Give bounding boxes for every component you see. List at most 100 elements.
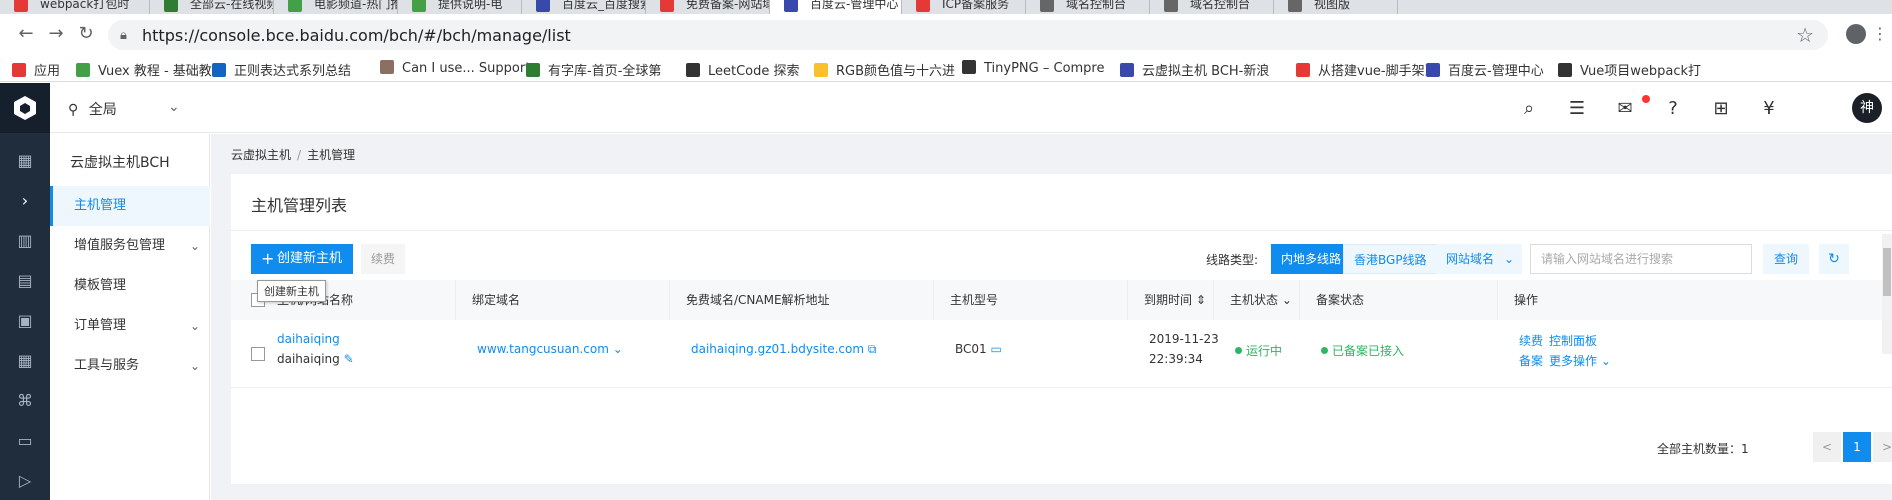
browser-tab[interactable]: 全部云-在线视频	[150, 0, 274, 14]
forward-icon[interactable]: →	[44, 22, 68, 46]
status-badge: 运行中	[1235, 342, 1282, 359]
th-expire[interactable]: 到期时间 ⇕	[1127, 280, 1206, 320]
select-value: 网站域名	[1446, 252, 1495, 266]
page-1-button[interactable]: 1	[1843, 432, 1871, 462]
bound-domain[interactable]: www.tangcusuan.com ⌄	[477, 342, 623, 356]
th-status[interactable]: 主机状态 ⌄	[1213, 280, 1292, 320]
sort-icon[interactable]: ⇕	[1196, 293, 1206, 307]
message-icon[interactable]: ✉	[1614, 98, 1636, 120]
bookmark-item[interactable]: 应用	[12, 60, 60, 79]
network-icon[interactable]: ⌘	[15, 391, 35, 411]
region-label: 全局	[88, 102, 117, 118]
host-list-card: 主机管理列表 + 创建新主机 续费 线路类型: 内地多线路 香港BGP线路 网站…	[231, 174, 1892, 484]
bookmark-item[interactable]: 有字库-首页-全球第	[526, 60, 661, 79]
cname-text: daihaiqing.gz01.bdysite.com	[691, 342, 865, 356]
video-icon[interactable]: ▭	[15, 431, 35, 451]
sidenav-item[interactable]: 模板管理	[50, 266, 210, 306]
copy-icon[interactable]: ⧉	[868, 342, 877, 356]
host-model: BC01 ▭	[955, 342, 1002, 356]
bookmark-item[interactable]: 从搭建vue-脚手架到	[1296, 60, 1438, 79]
browser-tab[interactable]: 百度云_百度搜索	[522, 0, 646, 14]
back-icon[interactable]: ←	[14, 22, 38, 46]
bookmark-star-icon[interactable]: ☆	[1796, 23, 1814, 47]
search-icon[interactable]: ⌕	[1518, 98, 1540, 120]
list-icon[interactable]: ☰	[1566, 98, 1588, 120]
vertical-scrollbar[interactable]	[1882, 234, 1892, 354]
refresh-icon[interactable]: ↻	[1819, 244, 1849, 274]
chevron-down-icon[interactable]: ⌄	[613, 342, 623, 356]
tab-favicon-icon	[288, 0, 302, 12]
bookmark-favicon-icon	[76, 63, 90, 77]
browser-tab[interactable]: ICP备案服务	[902, 0, 1026, 14]
bookmark-item[interactable]: Vuex 教程 - 基础教程	[76, 60, 225, 79]
renew-button[interactable]: 续费	[361, 244, 405, 274]
app-left-rail: ▦ › ▥ ▤ ▣ ▦ ⌘ ▭ ▷	[0, 83, 50, 500]
prev-page-button[interactable]: <	[1813, 432, 1841, 462]
bookmark-item[interactable]: Vue项目webpack打	[1558, 60, 1701, 79]
bookmark-favicon-icon	[1426, 63, 1440, 77]
play-icon[interactable]: ▷	[15, 471, 35, 491]
bookmark-item[interactable]: 正则表达式系列总结	[212, 60, 351, 79]
icp-status-badge: 已备案已接入	[1321, 342, 1404, 359]
sidenav-item[interactable]: 主机管理	[50, 186, 210, 226]
search-input[interactable]	[1530, 244, 1752, 274]
monitor-icon[interactable]: ▭	[991, 342, 1002, 356]
currency-icon[interactable]: ¥	[1758, 98, 1780, 120]
document-icon[interactable]: ▤	[15, 271, 35, 291]
building-icon[interactable]: ▥	[15, 231, 35, 251]
org-chart-icon[interactable]: ⊞	[1710, 98, 1732, 120]
profile-icon[interactable]	[1846, 24, 1866, 44]
bookmark-item[interactable]: RGB颜色值与十六进	[814, 60, 955, 79]
browser-tab[interactable]: 视图版	[1274, 0, 1398, 14]
bookmark-item[interactable]: 百度云-管理中心	[1426, 60, 1544, 79]
server-icon[interactable]: ▦	[15, 351, 35, 371]
total-count: 全部主机数量：1	[1657, 440, 1749, 457]
address-bar[interactable]: 🔒︎ https://console.bce.baidu.com/bch/#/b…	[108, 20, 1828, 50]
bookmark-item[interactable]: LeetCode 探索	[686, 60, 800, 79]
help-icon[interactable]: ?	[1662, 98, 1684, 120]
line-type-hongkong[interactable]: 香港BGP线路	[1343, 244, 1438, 274]
sidenav-item[interactable]: 工具与服务 ⌄	[50, 346, 210, 386]
browser-tab[interactable]: 百度云-管理中心	[770, 0, 902, 14]
browser-tab[interactable]: 免费备案-网站域	[646, 0, 770, 14]
bookmark-item[interactable]: Can I use... Support	[380, 60, 530, 76]
browser-tab[interactable]: 域名控制台	[1026, 0, 1150, 14]
chevron-down-icon: ⌄	[1503, 252, 1514, 266]
browser-tab[interactable]: 域名控制台	[1150, 0, 1274, 14]
bookmark-item[interactable]: 云虚拟主机 BCH-新浪	[1120, 60, 1269, 79]
search-field-select[interactable]: 网站域名 ⌄	[1436, 244, 1522, 274]
url-text[interactable]: https://console.bce.baidu.com/bch/#/bch/…	[142, 26, 571, 45]
scrollbar-thumb[interactable]	[1883, 248, 1891, 296]
user-avatar[interactable]: 神	[1852, 93, 1882, 123]
row-checkbox[interactable]	[251, 347, 265, 361]
region-selector[interactable]: ⚲ 全局 ⌄	[68, 99, 180, 119]
action-control-panel[interactable]: 控制面板	[1549, 332, 1597, 349]
browser-tab[interactable]: 提供说明-电	[398, 0, 522, 14]
baidu-cloud-logo[interactable]	[0, 83, 50, 133]
sidenav-item[interactable]: 订单管理 ⌄	[50, 306, 210, 346]
action-more[interactable]: 更多操作 ⌄	[1549, 352, 1611, 369]
grid-icon[interactable]: ▦	[15, 151, 35, 171]
host-name-link[interactable]: daihaiqing	[277, 332, 340, 346]
cname-address[interactable]: daihaiqing.gz01.bdysite.com ⧉	[691, 342, 876, 357]
next-page-button[interactable]: >	[1873, 432, 1892, 462]
chevron-down-icon[interactable]: ⌄	[1282, 293, 1292, 307]
bookmark-item[interactable]: TinyPNG – Compre	[962, 60, 1105, 76]
query-button[interactable]: 查询	[1763, 244, 1809, 274]
sidenav-item[interactable]: 增值服务包管理 ⌄	[50, 226, 210, 266]
reload-icon[interactable]: ↻	[74, 22, 98, 46]
browser-tab[interactable]: webpack打包时	[0, 0, 150, 14]
line-type-mainland[interactable]: 内地多线路	[1271, 244, 1352, 274]
action-renew[interactable]: 续费	[1519, 332, 1543, 349]
browser-tab[interactable]: 电影频道-热门推	[274, 0, 398, 14]
expand-icon[interactable]: ›	[15, 191, 35, 211]
bookmark-label: 云虚拟主机 BCH-新浪	[1142, 64, 1270, 79]
edit-icon[interactable]: ✎	[344, 352, 354, 366]
bookmark-label: 应用	[34, 64, 61, 79]
action-icp[interactable]: 备案	[1519, 352, 1543, 369]
browser-menu-icon[interactable]: ⋮	[1872, 24, 1888, 43]
create-host-button[interactable]: + 创建新主机	[251, 244, 353, 274]
breadcrumb-item[interactable]: 云虚拟主机	[231, 148, 291, 162]
th-model: 主机型号	[933, 280, 998, 320]
panel-icon[interactable]: ▣	[15, 311, 35, 331]
